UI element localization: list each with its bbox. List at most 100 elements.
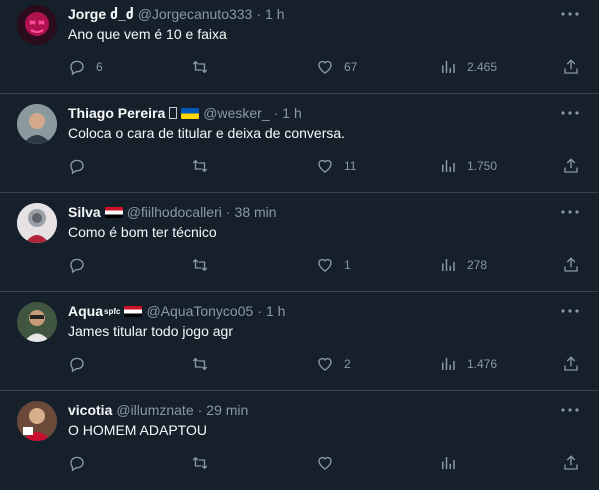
views-count: 1.750 <box>467 159 498 173</box>
like-button[interactable]: 11 <box>316 156 356 176</box>
like-count: 67 <box>344 60 358 74</box>
views-count: 1.476 <box>467 357 498 371</box>
heart-icon <box>318 357 332 371</box>
more-dots-icon[interactable] <box>558 304 582 318</box>
like-button[interactable]: 1 <box>316 255 351 275</box>
timestamp[interactable]: 1 h <box>265 6 284 22</box>
tweet-actions: 6 67 2.465 <box>68 57 588 77</box>
retweet-icon <box>192 258 208 272</box>
unsupported-emoji-icon <box>169 107 178 119</box>
tweet[interactable]: Jorge ძ_ძ @Jorgecanuto333 · 1 h Ano que … <box>0 0 599 94</box>
tweet[interactable]: Thiago Pereira @wesker_ · 1 h Coloca o c… <box>0 94 599 193</box>
like-button[interactable]: 2 <box>316 354 351 374</box>
avatar[interactable] <box>17 5 57 45</box>
views-chart-icon <box>442 61 455 73</box>
separator: · <box>225 204 231 220</box>
views-count: 278 <box>467 258 488 272</box>
tweet[interactable]: Aqua spfc @AquaTonyco05 · 1 h James titu… <box>0 292 599 391</box>
retweet-button[interactable] <box>191 354 219 374</box>
heart-icon <box>318 258 332 272</box>
views-chart-icon <box>442 457 455 469</box>
reply-count: 6 <box>96 60 103 74</box>
like-button[interactable]: 67 <box>316 57 357 77</box>
tweet-header: Jorge ძ_ძ @Jorgecanuto333 · 1 h <box>68 4 553 24</box>
display-name[interactable]: Jorge ძ_ძ <box>68 6 134 23</box>
tweet-actions: 2 1.476 <box>68 354 588 374</box>
retweet-icon <box>192 456 208 470</box>
retweet-button[interactable] <box>191 255 219 275</box>
timestamp[interactable]: 38 min <box>235 204 277 220</box>
share-button[interactable] <box>562 354 580 374</box>
timestamp[interactable]: 1 h <box>266 303 285 319</box>
like-count: 2 <box>344 357 351 371</box>
tweet[interactable]: Silva @fiilhodocalleri · 38 min Como é b… <box>0 193 599 292</box>
retweet-button[interactable] <box>191 156 219 176</box>
avatar[interactable] <box>17 302 57 342</box>
tweet-header: Thiago Pereira @wesker_ · 1 h <box>68 103 553 123</box>
heart-icon <box>318 456 332 470</box>
retweet-icon <box>192 159 208 173</box>
user-handle[interactable]: @illumznate <box>116 402 193 418</box>
user-handle[interactable]: @fiilhodocalleri <box>127 204 222 220</box>
views-button[interactable]: 278 <box>439 255 487 275</box>
avatar[interactable] <box>17 203 57 243</box>
tweet-actions: 1 278 <box>68 255 588 275</box>
reply-button[interactable]: 6 <box>68 57 103 77</box>
tweet-text: Como é bom ter técnico <box>68 224 217 240</box>
views-chart-icon <box>442 358 455 370</box>
reply-icon <box>70 258 84 274</box>
more-dots-icon[interactable] <box>558 403 582 417</box>
reply-icon <box>70 357 84 373</box>
tweet-header: Silva @fiilhodocalleri · 38 min <box>68 202 553 222</box>
display-name[interactable]: Silva <box>68 204 101 220</box>
reply-icon <box>70 159 84 175</box>
tweet[interactable]: vicotia @illumznate · 29 min O HOMEM ADA… <box>0 391 599 490</box>
retweet-button[interactable] <box>191 57 219 77</box>
like-button[interactable] <box>316 453 344 473</box>
reply-button[interactable] <box>68 453 96 473</box>
timestamp[interactable]: 29 min <box>206 402 248 418</box>
tweet-text: O HOMEM ADAPTOU <box>68 422 207 438</box>
user-handle[interactable]: @Jorgecanuto333 <box>138 6 253 22</box>
flag-icon <box>124 305 143 317</box>
display-name[interactable]: vicotia <box>68 402 112 418</box>
share-icon <box>564 257 578 272</box>
like-count: 1 <box>344 258 351 272</box>
retweet-icon <box>192 60 208 74</box>
share-button[interactable] <box>562 453 580 473</box>
more-dots-icon[interactable] <box>558 205 582 219</box>
display-name[interactable]: Thiago Pereira <box>68 105 165 121</box>
display-name[interactable]: Aqua <box>68 303 103 319</box>
more-dots-icon[interactable] <box>558 7 582 21</box>
more-dots-icon[interactable] <box>558 106 582 120</box>
reply-button[interactable] <box>68 255 96 275</box>
views-button[interactable]: 1.476 <box>439 354 497 374</box>
separator: · <box>256 6 262 22</box>
user-handle[interactable]: @AquaTonyco05 <box>146 303 253 319</box>
timestamp[interactable]: 1 h <box>282 105 301 121</box>
separator: · <box>257 303 262 319</box>
separator: · <box>273 105 279 121</box>
reply-button[interactable] <box>68 354 96 374</box>
retweet-icon <box>192 357 208 371</box>
avatar[interactable] <box>17 401 57 441</box>
reply-button[interactable] <box>68 156 96 176</box>
user-handle[interactable]: @wesker_ <box>203 105 269 121</box>
reply-icon <box>70 60 84 76</box>
tweet-text: Ano que vem é 10 e faixa <box>68 26 227 42</box>
views-button[interactable] <box>439 453 467 473</box>
share-icon <box>564 455 578 470</box>
separator: · <box>197 402 203 418</box>
views-count: 2.465 <box>467 60 498 74</box>
views-button[interactable]: 2.465 <box>439 57 497 77</box>
share-button[interactable] <box>562 57 580 77</box>
share-button[interactable] <box>562 156 580 176</box>
share-button[interactable] <box>562 255 580 275</box>
views-chart-icon <box>442 259 455 271</box>
avatar[interactable] <box>17 104 57 144</box>
views-button[interactable]: 1.750 <box>439 156 497 176</box>
retweet-button[interactable] <box>191 453 219 473</box>
tweet-text: James titular todo jogo agr <box>68 323 233 339</box>
name-badge: spfc <box>104 306 121 316</box>
tweet-actions: 11 1.750 <box>68 156 588 176</box>
